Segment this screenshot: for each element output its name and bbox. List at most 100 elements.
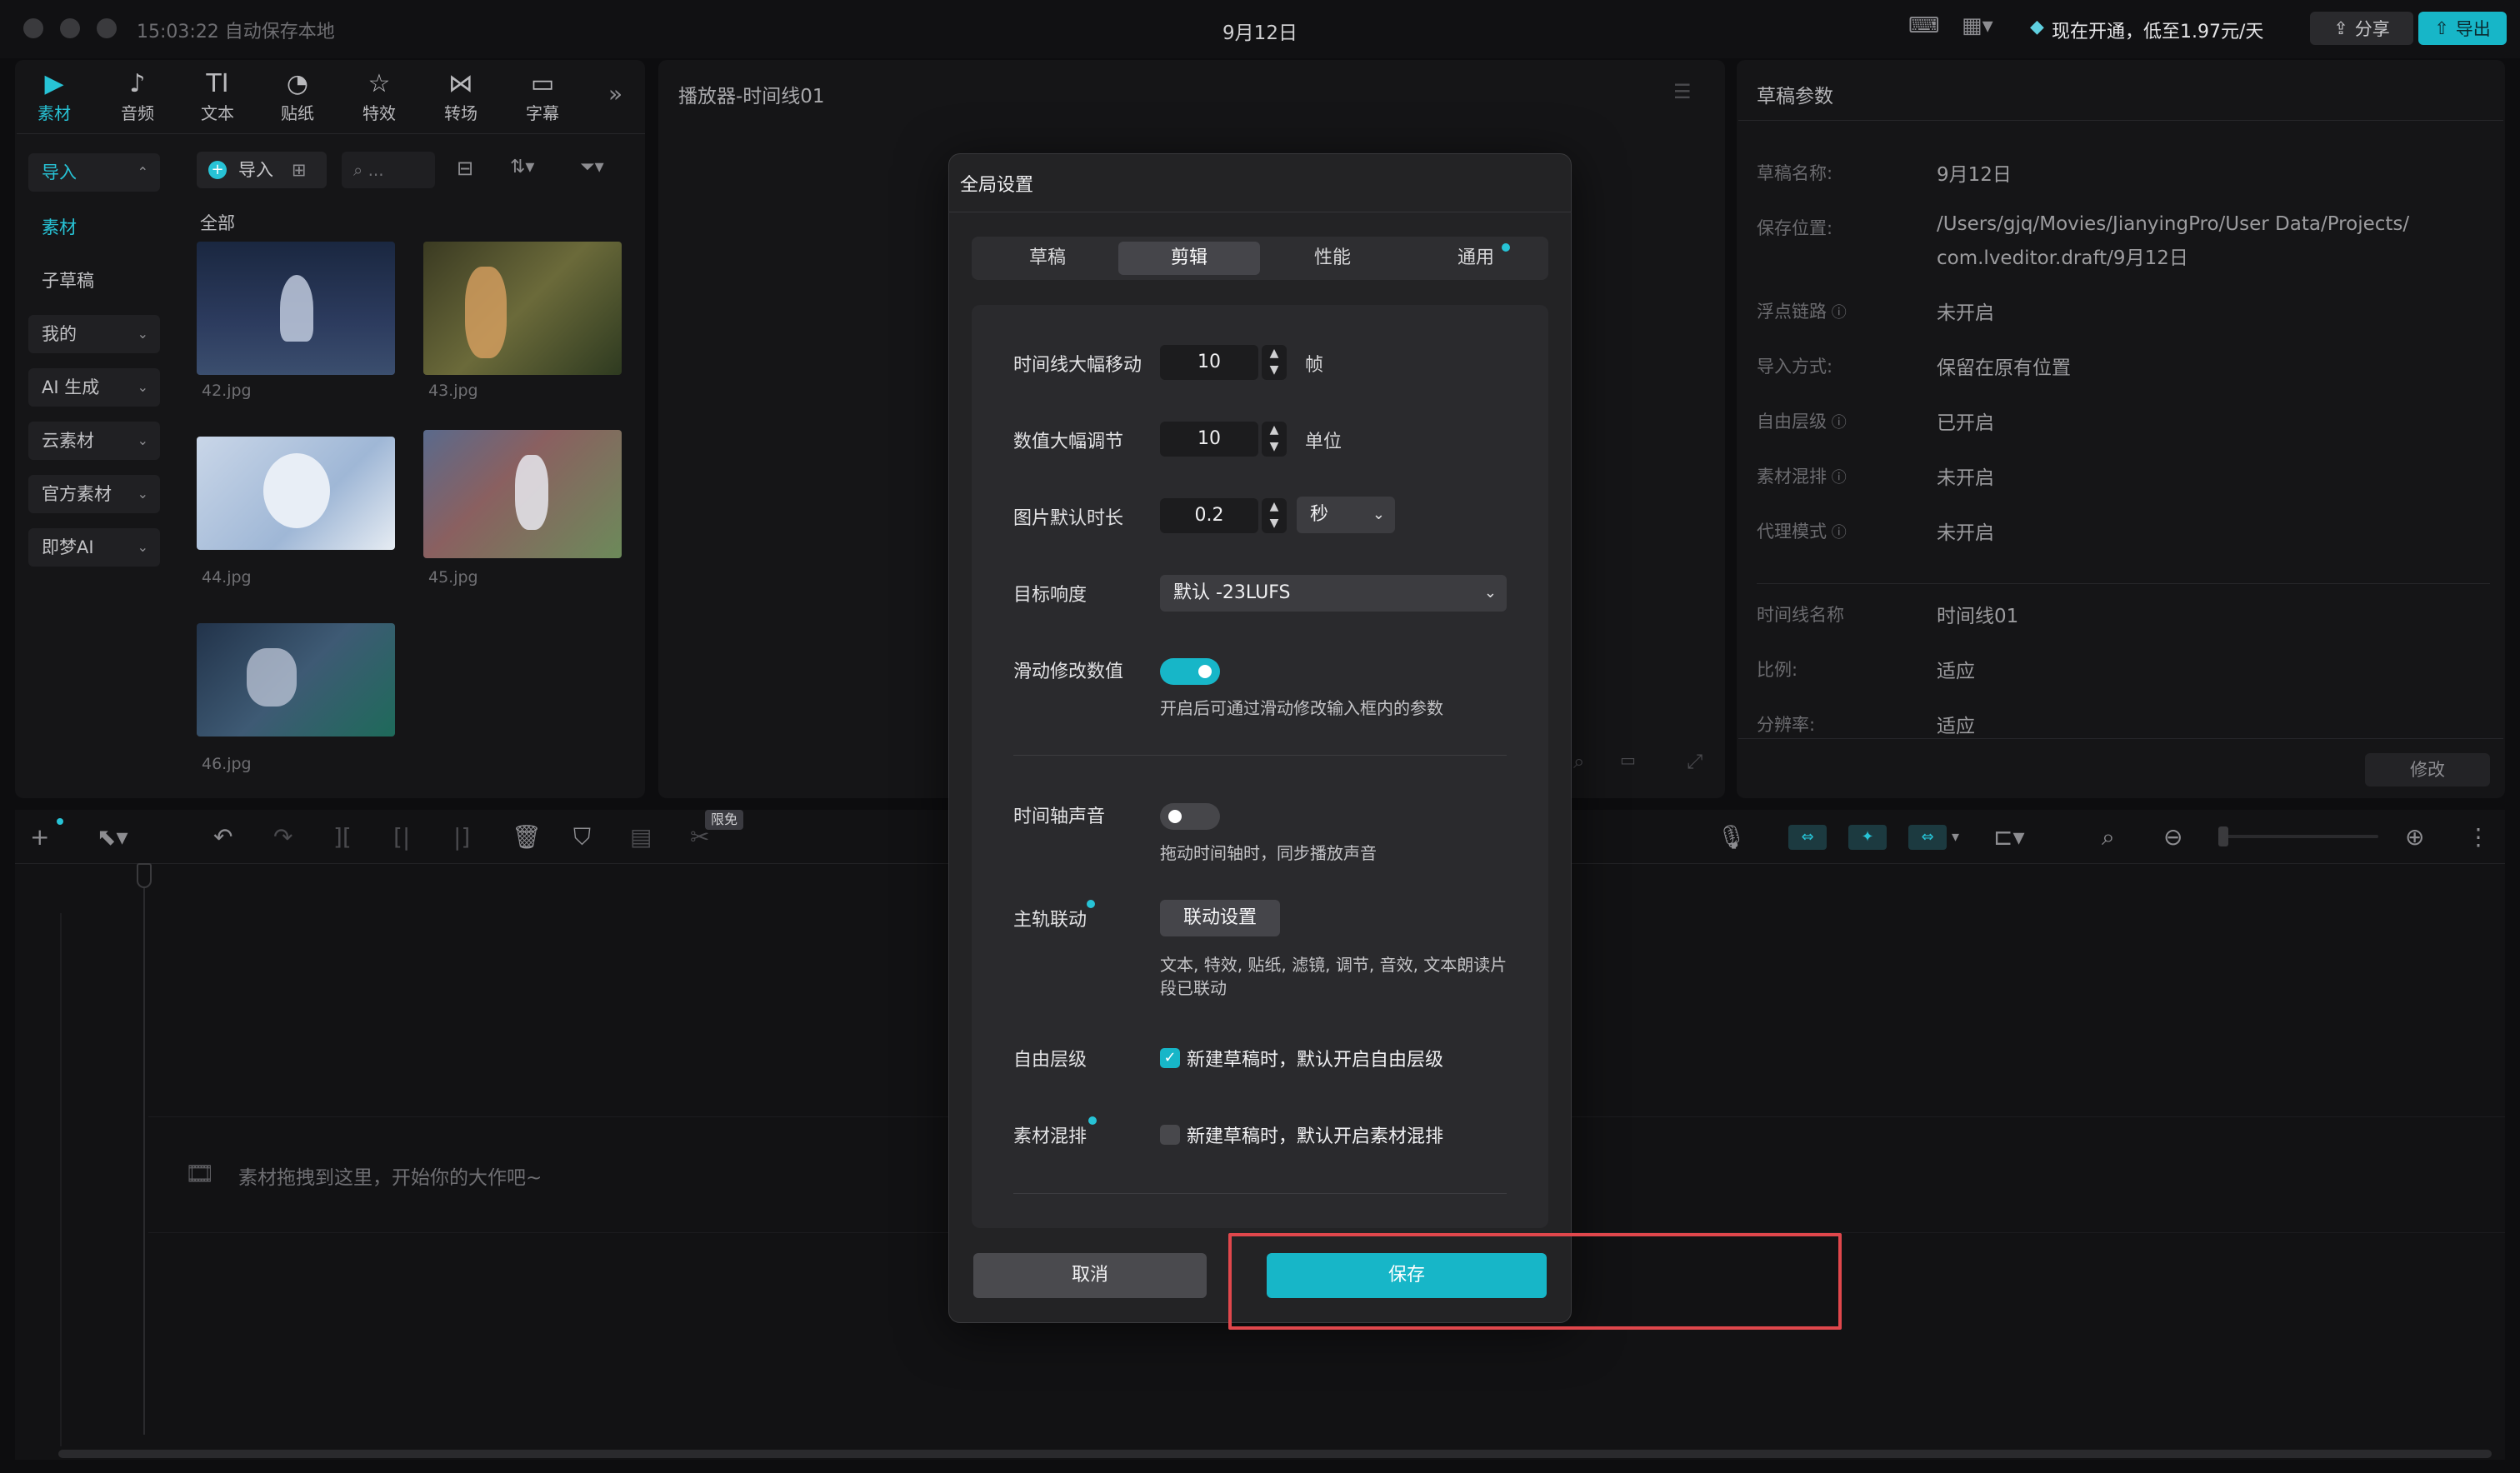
sort-icon[interactable]: ⇅▾ — [510, 157, 534, 177]
zoom-in-icon[interactable]: ⊕ — [2405, 823, 2424, 851]
import-button[interactable]: + 导入 ⊞ — [197, 152, 327, 188]
tab-text[interactable]: TI 文本 — [180, 68, 255, 127]
more-tabs-icon[interactable]: » — [608, 80, 622, 107]
more-icon[interactable]: ⋮ — [2467, 823, 2490, 851]
sidebar-item[interactable]: 云素材 ⌄ — [28, 422, 160, 460]
media-thumbnail[interactable] — [197, 437, 395, 550]
media-thumbnail[interactable] — [197, 623, 395, 736]
sidebar-item-label: 子草稿 — [42, 271, 94, 291]
tab-transition[interactable]: ⋈ 转场 — [423, 68, 498, 127]
zoom-icon[interactable]: ⌕ — [1573, 750, 1584, 773]
screen-zoom-icon[interactable]: ⌕ — [2102, 823, 2115, 851]
modify-button[interactable]: 修改 — [2365, 753, 2490, 786]
add-track-icon[interactable]: + — [30, 823, 49, 851]
param-label-text: 比例: — [1757, 660, 1798, 680]
horizontal-scrollbar[interactable] — [58, 1450, 2492, 1458]
trim-right-icon[interactable]: |] — [453, 823, 470, 851]
tab-draft[interactable]: 草稿 — [977, 242, 1118, 275]
big-move-stepper[interactable]: ▲ ▼ — [1262, 345, 1287, 380]
param-value: 9月12日 — [1937, 164, 2012, 186]
link-main-track-icon[interactable]: ⇔ — [1788, 825, 1827, 850]
info-icon[interactable]: ⓘ — [1827, 469, 1847, 487]
snap-icon[interactable]: ⇔ — [1908, 825, 1947, 850]
param-label: 时间线名称 — [1757, 602, 1844, 627]
search-icon: ⌕ — [353, 160, 363, 180]
preview-axis-icon[interactable]: ⊏▾ — [1993, 823, 2025, 851]
tab-label: 音频 — [121, 103, 154, 123]
undo-icon[interactable]: ↶ — [213, 823, 232, 851]
sidebar-item[interactable]: AI 生成 ⌄ — [28, 368, 160, 407]
tab-sticker[interactable]: ◔ 贴纸 — [260, 68, 335, 127]
trim-left-icon[interactable]: [| — [393, 823, 410, 851]
tab-media[interactable]: ▶ 素材 — [17, 68, 92, 127]
loudness-select[interactable]: 默认 -23LUFS ⌄ — [1160, 575, 1507, 612]
highlight-box — [1228, 1233, 1842, 1330]
mix-label: 素材混排 — [1013, 1126, 1088, 1147]
caption-icon[interactable]: ▤ — [630, 823, 652, 851]
big-adjust-input[interactable]: 10 — [1160, 422, 1258, 457]
big-adjust-stepper[interactable]: ▲ ▼ — [1262, 422, 1287, 457]
zoom-out-icon[interactable]: ⊖ — [2163, 823, 2182, 851]
info-icon[interactable]: ⓘ — [1827, 524, 1847, 542]
playhead[interactable] — [137, 863, 152, 888]
view-mode-icon[interactable]: ⊟ — [457, 157, 473, 180]
sidebar-item[interactable]: 我的 ⌄ — [28, 315, 160, 353]
big-move-input[interactable]: 10 — [1160, 345, 1258, 380]
media-thumbnail[interactable] — [423, 430, 622, 558]
sidebar-item[interactable]: 导入 ⌃ — [28, 153, 160, 192]
free-layer-checkbox[interactable]: ✓ — [1160, 1048, 1180, 1068]
sticker-icon: ◔ — [286, 69, 309, 98]
param-label: 比例: — [1757, 657, 1798, 682]
zoom-slider[interactable] — [2220, 835, 2378, 838]
sidebar-item-label: 云素材 — [42, 431, 94, 451]
draft-params-title: 草稿参数 — [1757, 86, 1833, 107]
split-icon[interactable]: ][ — [333, 823, 352, 851]
tab-effects[interactable]: ☆ 特效 — [342, 68, 417, 127]
sidebar-item[interactable]: 子草稿 — [28, 262, 160, 300]
export-button[interactable]: ⇧ 导出 — [2418, 12, 2507, 45]
cancel-button[interactable]: 取消 — [973, 1253, 1207, 1298]
info-icon[interactable]: ⓘ — [1827, 304, 1847, 322]
share-button[interactable]: ⇪ 分享 — [2310, 12, 2413, 45]
media-thumbnail[interactable] — [197, 242, 395, 375]
select-tool-icon[interactable]: ⬉▾ — [97, 823, 128, 851]
tab-subtitle[interactable]: ▭ 字幕 — [505, 68, 580, 127]
image-duration-input[interactable]: 0.2 — [1160, 498, 1258, 533]
grid-icon[interactable]: ⊞ — [292, 152, 307, 188]
fullscreen-icon[interactable]: ⤢ — [1687, 750, 1702, 773]
sidebar-item[interactable]: 官方素材 ⌄ — [28, 475, 160, 513]
slide-modify-toggle[interactable] — [1160, 658, 1220, 685]
search-input[interactable]: ⌕ ... — [342, 152, 435, 188]
image-duration-label: 图片默认时长 — [1013, 508, 1124, 529]
sidebar-item[interactable]: 素材 — [28, 208, 160, 247]
tab-general[interactable]: 通用 — [1405, 242, 1547, 275]
info-icon[interactable]: ⓘ — [1827, 414, 1847, 432]
tab-performance[interactable]: 性能 — [1262, 242, 1403, 275]
menu-icon[interactable]: ☰ — [1673, 80, 1692, 103]
media-thumbnail[interactable] — [423, 242, 622, 375]
param-value: 未开启 — [1937, 467, 1994, 489]
media-filename: 42.jpg — [202, 382, 252, 400]
link-settings-button[interactable]: 联动设置 — [1160, 900, 1280, 936]
effects-icon: ☆ — [368, 69, 391, 98]
delete-icon[interactable]: 🗑 — [512, 823, 542, 851]
mix-checkbox[interactable] — [1160, 1125, 1180, 1145]
tab-edit[interactable]: 剪辑 — [1118, 242, 1260, 275]
chevron-down-icon[interactable]: ▾ — [1952, 828, 1959, 846]
duration-unit-select[interactable]: 秒 ⌄ — [1297, 497, 1395, 533]
magnet-icon[interactable]: ✦ — [1848, 825, 1887, 850]
sidebar-item[interactable]: 即梦AI ⌄ — [28, 528, 160, 567]
layout-icon[interactable]: ▦▾ — [1962, 13, 1993, 43]
timeline-audio-toggle[interactable] — [1160, 803, 1220, 830]
image-duration-stepper[interactable]: ▲ ▼ — [1262, 498, 1287, 533]
zoom-slider-handle[interactable] — [2218, 826, 2228, 846]
redo-icon[interactable]: ↷ — [273, 823, 292, 851]
filter-icon[interactable]: ⏷▾ — [580, 157, 604, 177]
ratio-icon[interactable]: ▭ — [1620, 750, 1636, 770]
vip-promo-link[interactable]: 现在开通，低至1.97元/天 — [2052, 17, 2263, 43]
keyboard-icon[interactable]: ⌨ — [1908, 13, 1940, 43]
tab-audio[interactable]: ♪ 音频 — [100, 68, 175, 127]
microphone-icon[interactable]: 🎙 — [1717, 823, 1747, 851]
panel-divider — [1738, 120, 2503, 121]
marker-icon[interactable]: ⛉ — [573, 823, 591, 851]
